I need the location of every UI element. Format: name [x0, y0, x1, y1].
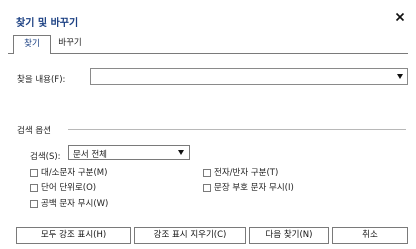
- tab-replace[interactable]: 바꾸기: [51, 35, 89, 54]
- tab-find[interactable]: 찾기: [13, 35, 51, 54]
- checkbox-box[interactable]: [203, 184, 211, 192]
- find-what-label: 찾을 내용(F):: [17, 75, 66, 85]
- dialog-title: 찾기 및 바꾸기: [16, 18, 79, 29]
- close-icon[interactable]: [393, 10, 407, 24]
- search-options-title: 검색 옵션: [17, 126, 51, 136]
- chevron-down-icon[interactable]: [178, 150, 184, 155]
- checkbox-label: 공백 문자 무시(W): [41, 199, 109, 209]
- checkbox-box[interactable]: [203, 169, 211, 177]
- find-what-combobox[interactable]: [90, 68, 408, 85]
- search-scope-label: 검색(S):: [30, 152, 61, 162]
- clear-highlight-button[interactable]: 강조 표시 지우기(C): [134, 227, 246, 244]
- chevron-down-icon[interactable]: [397, 74, 403, 79]
- checkbox-box[interactable]: [30, 169, 38, 177]
- find-next-button[interactable]: 다음 찾기(N): [249, 227, 329, 244]
- highlight-all-button[interactable]: 모두 강조 표시(H): [16, 227, 131, 244]
- search-scope-value: 문서 전체: [73, 150, 107, 160]
- checkbox-box[interactable]: [30, 184, 38, 192]
- checkbox-label: 문장 부호 문자 무시(I): [214, 183, 294, 193]
- search-options-divider: [68, 129, 406, 130]
- checkbox-label: 단어 단위로(O): [41, 183, 97, 193]
- cancel-button[interactable]: 취소: [332, 227, 408, 244]
- search-scope-select[interactable]: 문서 전체: [68, 145, 190, 160]
- tab-divider: [51, 53, 408, 54]
- checkbox-label: 전자/반자 구분(T): [214, 168, 279, 178]
- checkbox-label: 대/소문자 구분(M): [41, 168, 108, 178]
- find-replace-dialog: 찾기 및 바꾸기 찾기 바꾸기 찾을 내용(F): 검색 옵션 검색(S): 문…: [0, 0, 416, 249]
- checkbox-box[interactable]: [30, 200, 38, 208]
